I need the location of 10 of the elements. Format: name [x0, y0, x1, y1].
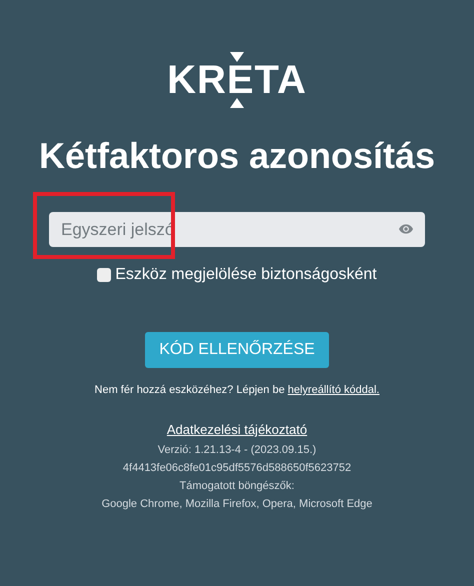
recovery-code-link[interactable]: helyreállító kóddal. — [288, 384, 380, 396]
version-text: Verzió: 1.21.13-4 - (2023.09.15.) — [158, 443, 316, 458]
privacy-link[interactable]: Adatkezelési tájékoztató — [166, 422, 308, 437]
page-title: Kétfaktoros azonosítás — [38, 134, 436, 178]
recovery-text: Nem fér hozzá eszközéhez? Lépjen be helyreállító kóddal. — [94, 384, 380, 396]
logo: KRETA — [167, 65, 307, 95]
checkbox-label[interactable]: Eszköz megjelölése biztonságosként — [115, 266, 377, 284]
browsers-text: Google Chrome, Mozilla Firefox, Opera, Microsoft Edge — [102, 497, 372, 512]
build-hash: 4f4413fe06c8fe01c95df5576d588650f5623752 — [122, 461, 352, 476]
browsers-label: Támogatott böngészők: — [180, 479, 294, 494]
